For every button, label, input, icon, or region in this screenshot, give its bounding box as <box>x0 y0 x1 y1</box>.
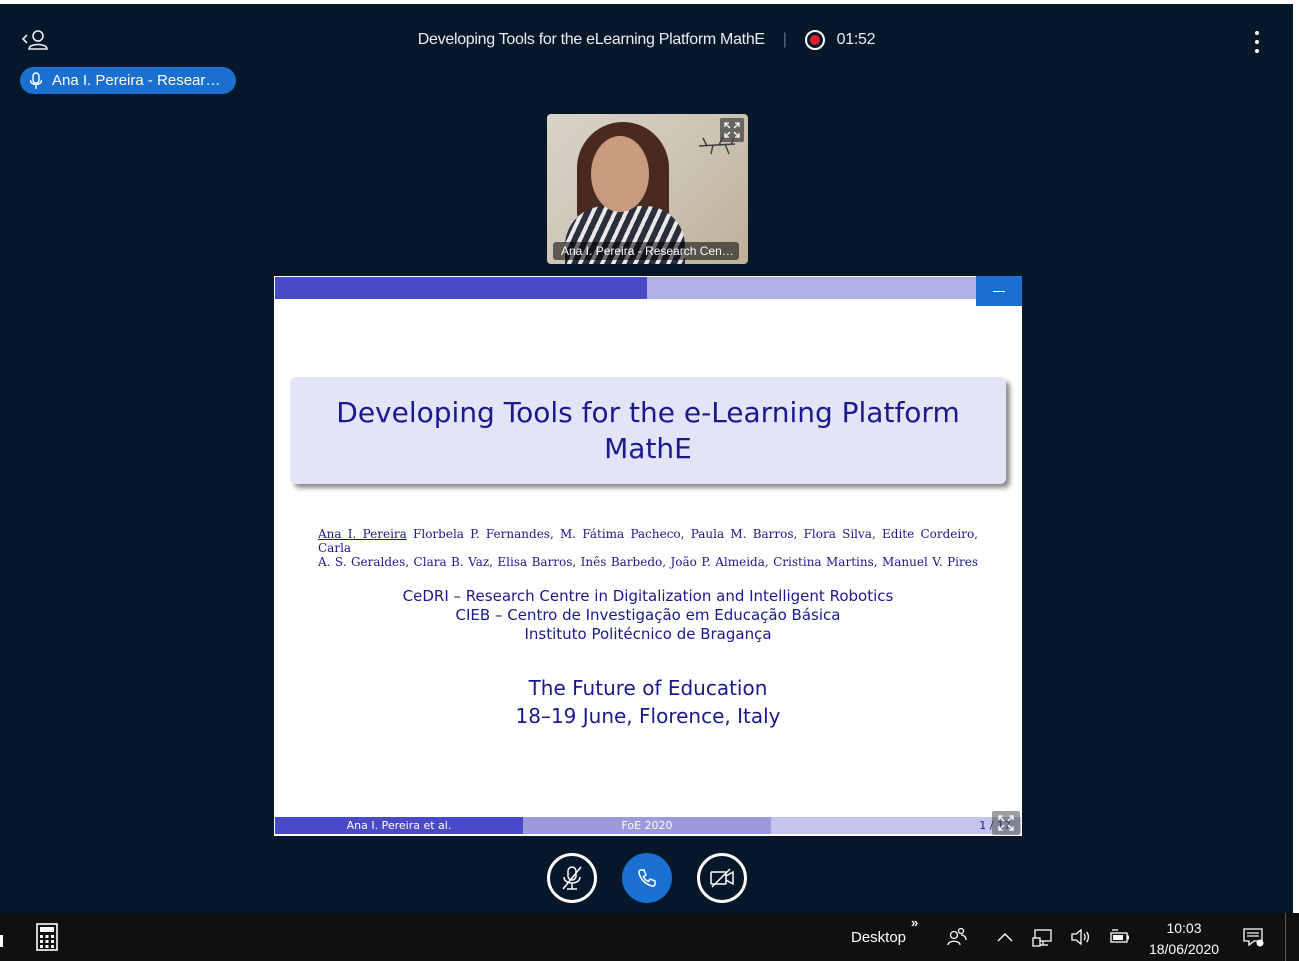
recording-indicator-icon[interactable] <box>804 30 825 50</box>
mute-button[interactable] <box>547 853 597 903</box>
talking-indicator[interactable]: Ana I. Pereira - Resear… <box>20 67 236 94</box>
volume-button[interactable] <box>1070 926 1092 948</box>
author-presenter: Ana I. Pereira <box>318 527 407 541</box>
network-icon <box>1032 929 1052 947</box>
webcam-expand-button[interactable] <box>720 118 744 142</box>
action-center-button[interactable] <box>1242 926 1264 948</box>
people-icon <box>947 927 967 946</box>
authors-line-1: Florbela P. Fernandes, M. Fátima Pacheco… <box>318 527 978 555</box>
talker-name: Ana I. Pereira - Resear… <box>52 72 221 89</box>
windows-taskbar: » Desktop 10:03 18/06/2020 <box>0 913 1299 961</box>
more-options-button[interactable] <box>1248 28 1266 56</box>
battery-icon <box>1110 929 1129 943</box>
window-border <box>1293 0 1299 913</box>
camera-off-icon <box>710 868 734 888</box>
meeting-title: Developing Tools for the eLearning Platf… <box>417 31 765 48</box>
affiliation-2: CIEB – Centro de Investigação em Educaçã… <box>455 606 841 624</box>
slide-title-box: Developing Tools for the e-Learning Plat… <box>290 377 1006 484</box>
affiliation-1: CeDRI – Research Centre in Digitalizatio… <box>402 587 894 605</box>
slide-authors: Ana I. Pereira Florbela P. Fernandes, M.… <box>318 527 978 569</box>
microphone-icon <box>29 71 43 89</box>
minimize-presentation-button[interactable] <box>976 276 1022 306</box>
people-button[interactable] <box>946 926 968 948</box>
calculator-icon <box>36 923 58 951</box>
conference-name: The Future of Education <box>528 676 768 700</box>
conference-details: 18–19 June, Florence, Italy <box>515 704 781 728</box>
show-desktop-divider[interactable] <box>1285 913 1286 961</box>
show-hidden-icons-button[interactable] <box>994 926 1016 948</box>
clock[interactable]: 10:03 18/06/2020 <box>1140 918 1228 960</box>
start-edge <box>0 935 3 947</box>
slide-footer: Ana I. Pereira et al. FoE 2020 1 / 17 <box>275 817 1021 834</box>
battery-button[interactable] <box>1109 926 1131 948</box>
webcam-video[interactable]: Ana I. Pereira - Research Cen… <box>547 114 748 264</box>
clock-date: 18/06/2020 <box>1148 941 1220 957</box>
video-button[interactable] <box>697 853 747 903</box>
clock-time: 10:03 <box>1166 920 1202 936</box>
toolbar-overflow[interactable]: » <box>911 915 918 930</box>
mute-mic-icon <box>562 866 582 890</box>
audio-button[interactable] <box>622 853 672 903</box>
notifications-icon <box>1243 928 1264 947</box>
meeting-header: Developing Tools for the eLearning Platf… <box>0 29 1293 51</box>
phone-icon <box>638 869 656 887</box>
footer-event: FoE 2020 <box>523 817 771 834</box>
affiliation-3: Instituto Politécnico de Bragança <box>524 625 772 643</box>
presentation-area: Developing Tools for the e-Learning Plat… <box>274 276 1022 836</box>
more-vertical-icon <box>1255 31 1259 35</box>
volume-icon <box>1071 928 1090 946</box>
slide-page-number: 1 / 17 <box>771 817 1021 834</box>
slide-title: Developing Tools for the e-Learning Plat… <box>336 395 960 465</box>
calculator-app-button[interactable] <box>36 923 58 951</box>
authors-line-2: A. S. Geraldes, Clara B. Vaz, Elisa Barr… <box>318 555 978 569</box>
call-controls <box>0 850 1293 904</box>
header-separator: | <box>782 31 787 48</box>
presentation-fullscreen-button[interactable] <box>992 811 1020 835</box>
slide-header-bar <box>275 277 1021 299</box>
chevron-up-icon <box>997 933 1013 942</box>
expand-icon <box>724 122 740 138</box>
webcam-user-name: Ana I. Pereira - Research Cen… <box>553 242 739 260</box>
desktop-toolbar[interactable]: Desktop <box>851 929 906 946</box>
footer-author: Ana I. Pereira et al. <box>275 817 523 834</box>
network-button[interactable] <box>1032 926 1054 948</box>
fullscreen-icon <box>998 815 1014 831</box>
minimize-icon <box>993 290 1005 292</box>
meeting-window: Developing Tools for the eLearning Platf… <box>0 4 1293 913</box>
recording-timer: 01:52 <box>836 31 876 48</box>
